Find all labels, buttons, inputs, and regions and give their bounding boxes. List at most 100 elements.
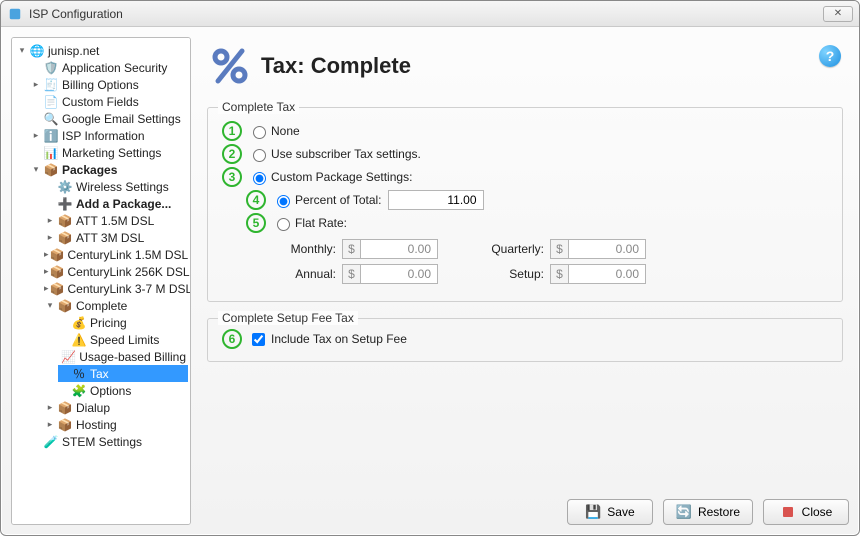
- chevron-down-icon[interactable]: ▾: [16, 45, 28, 57]
- rate-label: Monthly:: [278, 242, 336, 256]
- chevron-right-icon[interactable]: ▸: [44, 266, 49, 278]
- tree-item[interactable]: 🔍Google Email Settings: [30, 110, 188, 127]
- tree-item[interactable]: 📈Usage-based Billing: [58, 348, 188, 365]
- tree-label: Wireless Settings: [76, 180, 169, 194]
- tree-label: ATT 1.5M DSL: [76, 214, 154, 228]
- tree-root[interactable]: ▾ 🌐 junisp.net 🛡️Application Security ▸🧾…: [16, 42, 188, 450]
- tree-item-tax[interactable]: ％Tax: [58, 365, 188, 382]
- percent-icon: ％: [71, 366, 87, 382]
- chevron-right-icon[interactable]: ▸: [44, 402, 56, 414]
- stem-icon: 🧪: [43, 434, 59, 450]
- radio-none[interactable]: [253, 126, 266, 139]
- chevron-right-icon[interactable]: ▸: [44, 249, 49, 261]
- include-tax-line: 6 Include Tax on Setup Fee: [222, 329, 828, 349]
- radio-subscriber[interactable]: [253, 149, 266, 162]
- tree-item[interactable]: ▸ℹ️ISP Information: [30, 127, 188, 144]
- chevron-right-icon[interactable]: ▸: [44, 283, 49, 295]
- tree-label: CenturyLink 3-7 M DSL: [67, 282, 191, 296]
- money-field-quarterly: $: [550, 239, 646, 259]
- help-icon: ?: [826, 48, 835, 64]
- tree-item[interactable]: 🛡️Application Security: [30, 59, 188, 76]
- fieldset-setup-fee-tax: Complete Setup Fee Tax 6 Include Tax on …: [207, 318, 843, 362]
- setup-input[interactable]: [568, 264, 646, 284]
- chevron-right-icon[interactable]: ▸: [44, 215, 56, 227]
- radio-percent-line: 4 Percent of Total:: [246, 190, 828, 210]
- radio-custom[interactable]: [253, 172, 266, 185]
- annual-input[interactable]: [360, 264, 438, 284]
- tree-item[interactable]: 📄Custom Fields: [30, 93, 188, 110]
- chevron-right-icon[interactable]: ▸: [44, 419, 56, 431]
- button-label: Save: [607, 505, 634, 519]
- restore-button[interactable]: 🔄 Restore: [663, 499, 753, 525]
- window: ISP Configuration ✕ ▾ 🌐 junisp.net 🛡️App…: [0, 0, 860, 536]
- shield-icon: 🛡️: [43, 60, 59, 76]
- chevron-right-icon[interactable]: ▸: [30, 79, 42, 91]
- tree-item[interactable]: ▸📦Dialup: [44, 399, 188, 416]
- flat-rates: Monthly: $ Quarterly: $ Annual:: [278, 239, 828, 284]
- currency-icon: $: [342, 264, 360, 284]
- tree-item[interactable]: ▸📦ATT 1.5M DSL: [44, 212, 188, 229]
- fieldset-legend: Complete Setup Fee Tax: [218, 311, 358, 325]
- tree-label: Speed Limits: [90, 333, 159, 347]
- tree-label: CenturyLink 256K DSL: [67, 265, 189, 279]
- include-tax-checkbox[interactable]: [252, 333, 265, 346]
- tree-item[interactable]: 💰Pricing: [58, 314, 188, 331]
- sidebar-tree[interactable]: ▾ 🌐 junisp.net 🛡️Application Security ▸🧾…: [11, 37, 191, 525]
- button-label: Close: [802, 505, 833, 519]
- rate-label: Setup:: [478, 267, 544, 281]
- page-header: Tax: Complete: [201, 37, 849, 101]
- add-icon: ➕: [57, 196, 73, 212]
- quarterly-input[interactable]: [568, 239, 646, 259]
- chevron-right-icon[interactable]: ▸: [44, 232, 56, 244]
- main-panel: Tax: Complete ? Complete Tax 1 None 2 Us…: [201, 37, 849, 525]
- radio-flat[interactable]: [277, 218, 290, 231]
- tree-item[interactable]: ▸🧾Billing Options: [30, 76, 188, 93]
- chevron-right-icon[interactable]: ▸: [30, 130, 42, 142]
- tree-item[interactable]: ⚙️Wireless Settings: [44, 178, 188, 195]
- tree-item[interactable]: 🧩Options: [58, 382, 188, 399]
- box-icon: 📦: [50, 264, 65, 280]
- app-icon: [7, 6, 23, 22]
- monthly-input[interactable]: [360, 239, 438, 259]
- percent-input[interactable]: [388, 190, 484, 210]
- help-button[interactable]: ?: [819, 45, 841, 67]
- tree-item[interactable]: ▸📦CenturyLink 3-7 M DSL: [44, 280, 188, 297]
- tree-item[interactable]: 📊Marketing Settings: [30, 144, 188, 161]
- tree-item[interactable]: ▸📦CenturyLink 256K DSL: [44, 263, 188, 280]
- tree-item[interactable]: ⚠️Speed Limits: [58, 331, 188, 348]
- tree-label: ATT 3M DSL: [76, 231, 144, 245]
- tree-item[interactable]: 🧪STEM Settings: [30, 433, 188, 450]
- tree-label: Dialup: [76, 401, 110, 415]
- close-button[interactable]: Close: [763, 499, 849, 525]
- checkbox-label: Include Tax on Setup Fee: [271, 332, 407, 346]
- gear-icon: ⚙️: [57, 179, 73, 195]
- chart-icon: 📊: [43, 145, 59, 161]
- options-icon: 🧩: [71, 383, 87, 399]
- box-icon: 📦: [50, 281, 65, 297]
- chevron-down-icon[interactable]: ▾: [44, 300, 56, 312]
- radio-none-line: 1 None: [222, 121, 828, 141]
- tree-label: Google Email Settings: [62, 112, 181, 126]
- tree-item-complete[interactable]: ▾📦Complete 💰Pricing ⚠️Speed Limits 📈Usag…: [44, 297, 188, 399]
- save-button[interactable]: 💾 Save: [567, 499, 653, 525]
- box-icon: 📦: [57, 213, 73, 229]
- tree-label: Packages: [62, 163, 117, 177]
- tree-item[interactable]: ▸📦CenturyLink 1.5M DSL: [44, 246, 188, 263]
- folder-icon: 🧾: [43, 77, 59, 93]
- tree-item[interactable]: ➕Add a Package...: [44, 195, 188, 212]
- window-close-button[interactable]: ✕: [823, 6, 853, 22]
- tree-item[interactable]: ▸📦ATT 3M DSL: [44, 229, 188, 246]
- chevron-down-icon[interactable]: ▾: [30, 164, 42, 176]
- tree-item[interactable]: ▸📦Hosting: [44, 416, 188, 433]
- fieldset-complete-tax: Complete Tax 1 None 2 Use subscriber Tax…: [207, 107, 843, 302]
- tree-item-packages[interactable]: ▾ 📦 Packages ⚙️Wireless Settings ➕Add a Pa…: [30, 161, 188, 433]
- radio-percent[interactable]: [277, 195, 290, 208]
- tree-label: Billing Options: [62, 78, 139, 92]
- callout-badge-4: 4: [246, 190, 266, 210]
- radio-flat-line: 5 Flat Rate:: [246, 213, 828, 233]
- chart-icon: 📈: [61, 349, 76, 365]
- template-icon: 📄: [43, 94, 59, 110]
- money-field-annual: $: [342, 264, 438, 284]
- restore-icon: 🔄: [676, 504, 692, 520]
- info-icon: ℹ️: [43, 128, 59, 144]
